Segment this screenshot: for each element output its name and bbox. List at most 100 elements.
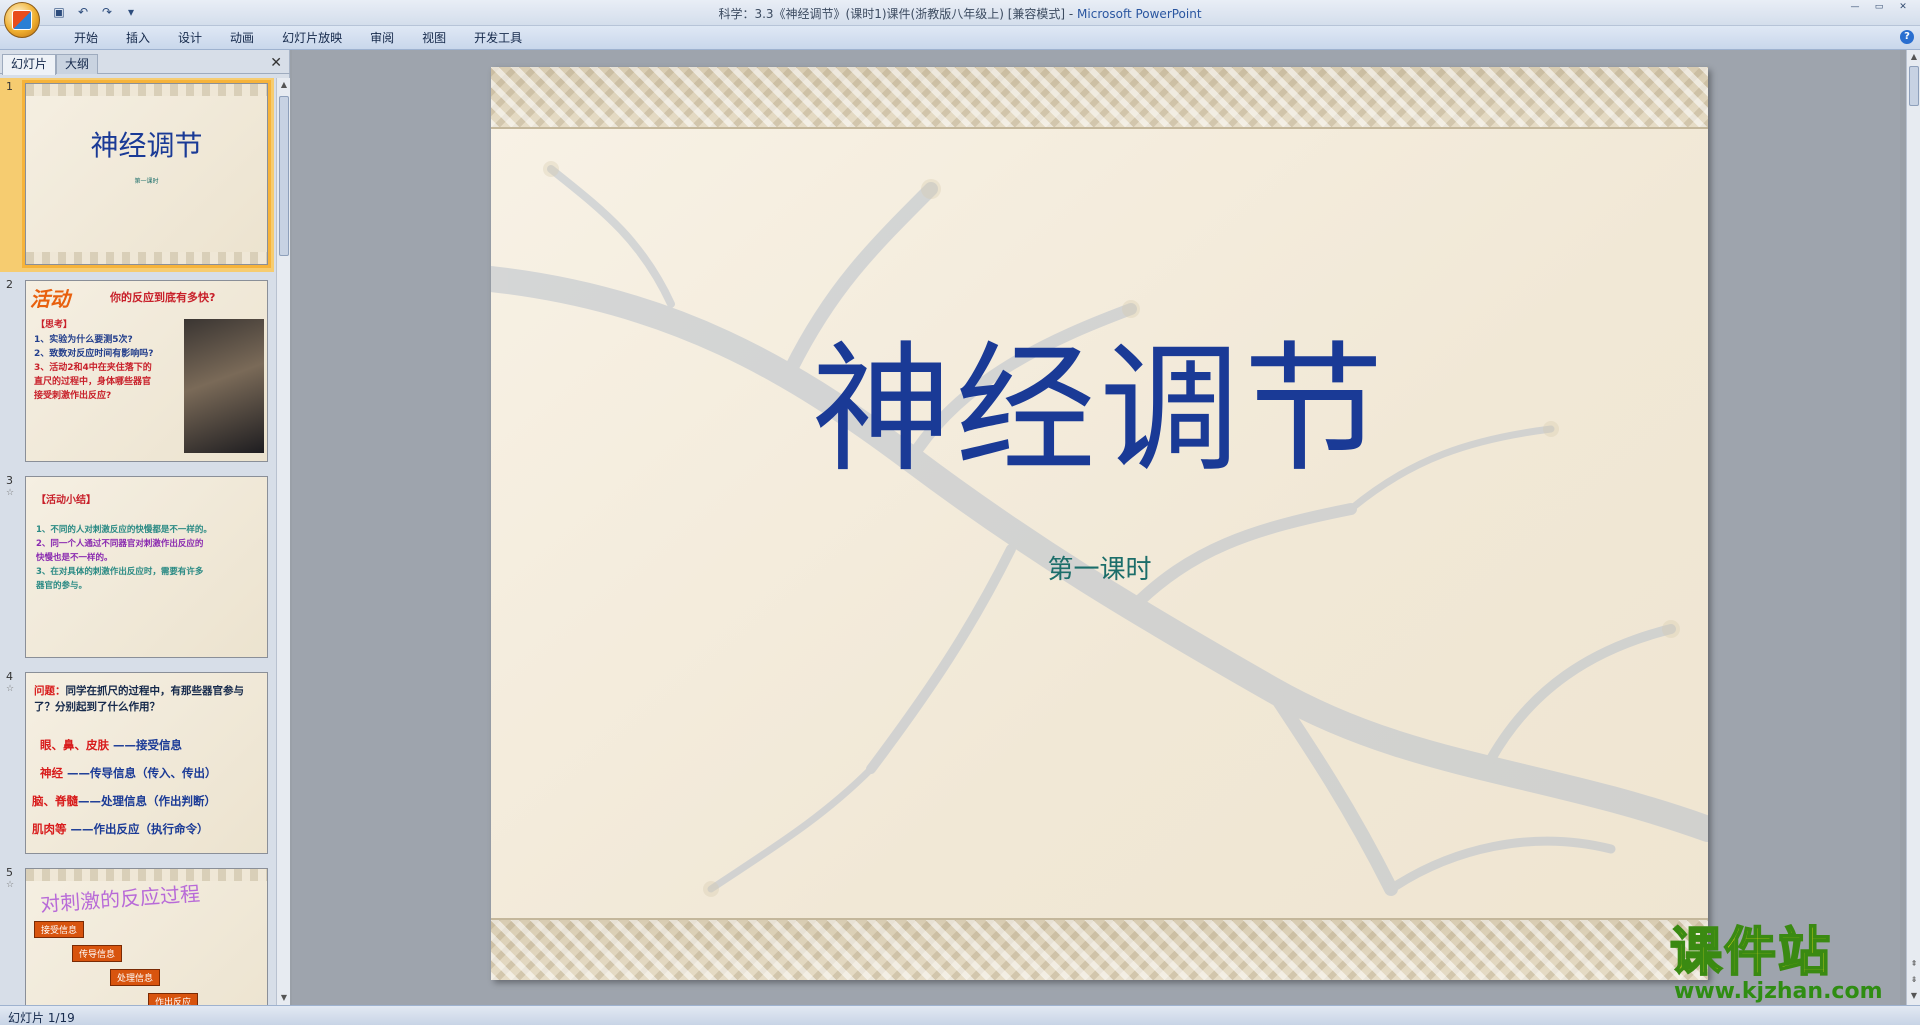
decor-band [26,252,267,264]
decor-band-bottom [491,918,1708,980]
thumbnail-number: 5 [6,866,13,879]
thumbnail-line: 1、不同的人对刺激反应的快慢都是不一样的。 [36,525,212,535]
close-icon[interactable]: ✕ [1892,2,1914,12]
watermark: 课件站 www.kjzhan.com [1669,924,1900,1004]
flow-step: 作出反应 [148,993,199,1005]
slide-thumbnail-3[interactable]: 【活动小结】 1、不同的人对刺激反应的快慢都是不一样的。 2、同一个人通过不同器… [25,476,268,658]
thumbnail-row[interactable]: 2 活动 你的反应到底有多快? 【思考】 1、实验为什么要测5次? 2、致数对反… [0,276,274,470]
slide-editor: 神经调节 第一课时 [292,50,1900,1005]
office-button[interactable] [4,2,40,38]
animation-star-icon: ☆ [6,880,15,890]
slide-scrollbar[interactable]: ▲ ⇞ ⇟ ▼ [1906,50,1920,1005]
tab-outline[interactable]: 大纲 [56,54,99,74]
scroll-up-icon[interactable]: ▲ [1907,50,1920,64]
tab-slides[interactable]: 幻灯片 [2,54,57,75]
thumbnail-number: 1 [6,80,13,93]
thumbnail-row[interactable]: 3 ☆ 【活动小结】 1、不同的人对刺激反应的快慢都是不一样的。 2、同一个人通… [0,472,274,666]
thumbnail-think-label: 【思考】 [36,320,73,330]
tab-review[interactable]: 审阅 [356,30,408,46]
tab-view[interactable]: 视图 [408,30,460,46]
organ-label: 脑、脊髓 [32,794,78,808]
scroll-down-icon[interactable]: ▼ [277,991,291,1005]
flow-step: 接受信息 [34,921,85,938]
title-bar: ▣ ↶ ↷ ▾ 科学：3.3《神经调节》(课时1)课件(浙教版八年级上) [兼容… [0,0,1920,38]
thumbnail-item: 神经 ——传导信息（传入、传出） [32,759,267,787]
slide-subtitle[interactable]: 第一课时 [491,549,1708,586]
role-label: ——接受信息 [113,738,183,752]
scroll-up-icon[interactable]: ▲ [277,78,291,92]
thumbnail-line: 接受刺激作出反应? [34,391,112,401]
tab-home[interactable]: 开始 [60,30,112,46]
next-slide-icon[interactable]: ⇟ [1907,973,1920,987]
scroll-thumb[interactable] [279,96,289,256]
thumbnail-item: 眼、鼻、皮肤 ——接受信息 [32,731,267,759]
scroll-down-icon[interactable]: ▼ [1907,989,1920,1003]
role-label: ——传导信息（传入、传出） [67,766,217,780]
tab-developer[interactable]: 开发工具 [460,30,536,46]
tab-insert[interactable]: 插入 [112,30,164,46]
thumbnail-line: 1、实验为什么要测5次? [34,335,133,345]
ribbon-tabs: 开始 插入 设计 动画 幻灯片放映 审阅 视图 开发工具 [60,30,536,46]
thumbnail-scrollbar[interactable]: ▲ ▼ [276,78,290,1005]
organ-label: 肌肉等 [32,822,67,836]
tab-slideshow[interactable]: 幻灯片放映 [268,30,356,46]
thumbnail-line: 3、在对具体的刺激作出反应时，需要有许多 [36,567,204,577]
decor-band [26,869,267,881]
slide-thumbnail-4[interactable]: 问题：同学在抓尺的过程中，有那些器官参与了？分别起到了什么作用？ 眼、鼻、皮肤 … [25,672,268,854]
watermark-url: www.kjzhan.com [1674,979,1883,1004]
help-icon[interactable]: ? [1900,30,1914,44]
thumbnail-heading: 【活动小结】 [36,495,96,506]
slides-panel: 幻灯片 大纲 ✕ 1 神经调节 第一课时 2 活动 你的反应到底有多快? 【思考… [0,50,290,1005]
slide-thumbnail-2[interactable]: 活动 你的反应到底有多快? 【思考】 1、实验为什么要测5次? 2、致数对反应时… [25,280,268,462]
slide-thumbnail-5[interactable]: 对刺激的反应过程 接受信息 传导信息 处理信息 作出反应 [25,868,268,1005]
window-controls: — ▭ ✕ [1844,2,1914,12]
thumbnail-list: 1 神经调节 第一课时 2 活动 你的反应到底有多快? 【思考】 1、实验为什么… [0,78,274,1005]
thumbnail-line: 2、同一个人通过不同器官对刺激作出反应的 [36,539,204,549]
slide-indicator: 幻灯片 1/19 [8,1011,75,1025]
thumbnail-row[interactable]: 4 ☆ 问题：同学在抓尺的过程中，有那些器官参与了？分别起到了什么作用？ 眼、鼻… [0,668,274,862]
flow-step: 处理信息 [110,969,161,986]
thumbnail-number: 2 [6,278,13,291]
status-bar: 幻灯片 1/19 [0,1005,1920,1025]
thumbnail-number: 3 [6,474,13,487]
organ-label: 眼、鼻、皮肤 [40,738,109,752]
thumbnail-item: 脑、脊髓——处理信息（作出判断） [32,787,267,815]
document-title: 科学：3.3《神经调节》(课时1)课件(浙教版八年级上) [兼容模式] - [718,7,1078,21]
slide-thumbnail-1[interactable]: 神经调节 第一课时 [22,80,271,268]
slide-title[interactable]: 神经调节 [491,297,1708,499]
minimize-icon[interactable]: — [1844,2,1866,12]
thumbnail-row[interactable]: 1 神经调节 第一课时 [0,78,274,272]
tab-animations[interactable]: 动画 [216,30,268,46]
app-name: Microsoft PowerPoint [1077,7,1202,21]
office-logo-icon [12,10,32,30]
activity-badge: 活动 [30,287,70,311]
tab-design[interactable]: 设计 [164,30,216,46]
thumbnail-line: 直尺的过程中，身体哪些器官 [34,377,152,387]
animation-star-icon: ☆ [6,488,15,498]
animation-star-icon: ☆ [6,684,15,694]
scroll-thumb[interactable] [1909,66,1919,106]
decor-band [26,84,267,96]
thumbnail-question: 同学在抓尺的过程中，有那些器官参与了？分别起到了什么作用？ [34,685,244,713]
thumbnail-row[interactable]: 5 ☆ 对刺激的反应过程 接受信息 传导信息 处理信息 作出反应 [0,864,274,1005]
question-label: 问题： [34,685,66,697]
close-icon[interactable]: ✕ [270,56,282,70]
thumbnail-title: 神经调节 [90,129,203,162]
plum-branch-decor [491,161,1708,897]
thumbnail-heading: 你的反应到底有多快? [110,291,216,304]
panel-tabs: 幻灯片 大纲 ✕ [0,52,290,75]
slide-canvas[interactable]: 神经调节 第一课时 [491,67,1708,980]
thumbnail-line: 3、活动2和4中在夹住落下的 [34,363,152,373]
thumbnail-subtitle: 第一课时 [134,178,159,185]
thumbnail-number: 4 [6,670,13,683]
thumbnail-line: 2、致数对反应时间有影响吗? [34,349,154,359]
organ-label: 神经 [40,766,63,780]
thumbnail-heading: 对刺激的反应过程 [39,881,201,917]
flow-step: 传导信息 [72,945,123,962]
restore-icon[interactable]: ▭ [1868,2,1890,12]
previous-slide-icon[interactable]: ⇞ [1907,957,1920,971]
window-title: 科学：3.3《神经调节》(课时1)课件(浙教版八年级上) [兼容模式] - Mi… [0,5,1920,22]
decor-band-top [491,67,1708,129]
thumbnail-item: 肌肉等 ——作出反应（执行命令） [32,815,267,843]
ribbon: 开始 插入 设计 动画 幻灯片放映 审阅 视图 开发工具 ? [0,26,1920,50]
